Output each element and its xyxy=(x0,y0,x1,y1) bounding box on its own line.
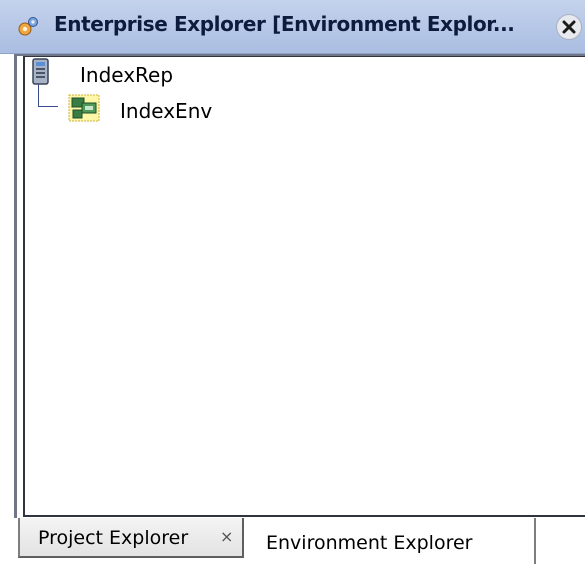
tab-environment-explorer[interactable]: Environment Explorer xyxy=(246,518,536,564)
tab-close-icon[interactable]: × xyxy=(220,527,233,546)
tab-project-explorer[interactable]: Project Explorer × xyxy=(18,518,244,558)
tree-view[interactable] xyxy=(23,56,585,517)
explorer-tabbar: Project Explorer × Environment Explorer xyxy=(0,518,585,564)
tree-label-indexenv: IndexEnv xyxy=(120,99,213,123)
close-button[interactable] xyxy=(556,14,582,40)
environment-icon xyxy=(68,94,100,126)
tree-connector-vertical xyxy=(38,84,39,106)
tree-node-indexrep[interactable]: IndexRep xyxy=(30,58,230,88)
close-icon xyxy=(562,20,576,34)
tab-label-environment-explorer: Environment Explorer xyxy=(266,532,473,554)
repository-server-icon xyxy=(30,58,52,90)
tab-label-project-explorer: Project Explorer xyxy=(38,527,189,549)
window-title: Enterprise Explorer [Environment Explor.… xyxy=(54,12,515,36)
explorer-gears-icon xyxy=(16,15,40,39)
tree-connector-horizontal xyxy=(38,106,58,107)
tree-label-indexrep: IndexRep xyxy=(80,63,174,87)
tree-node-indexenv[interactable]: IndexEnv xyxy=(68,94,268,124)
window-titlebar: Enterprise Explorer [Environment Explor.… xyxy=(0,0,585,54)
